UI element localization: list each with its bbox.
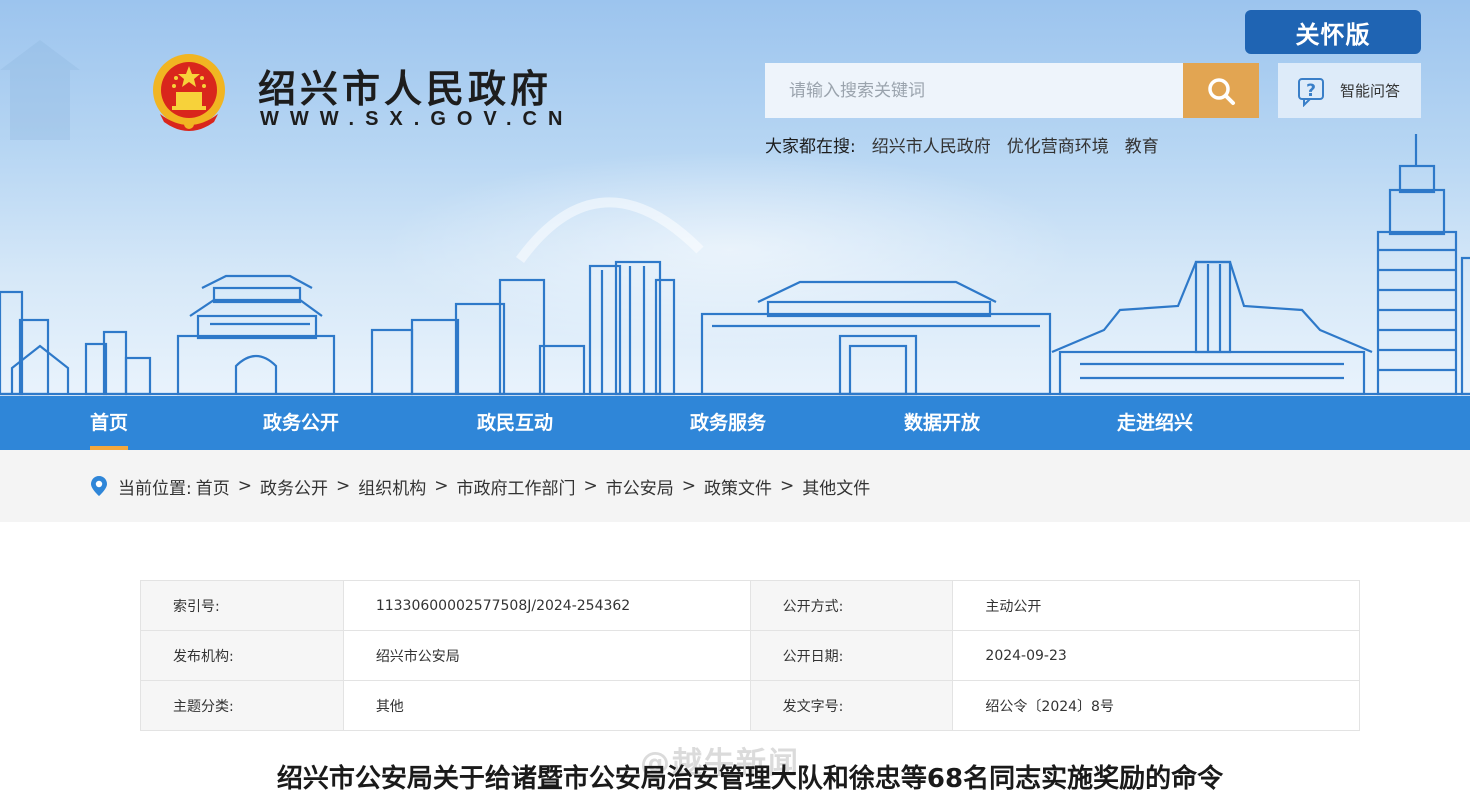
table-row: 主题分类: 其他 发文字号: 绍公令〔2024〕8号 [140, 680, 1360, 731]
breadcrumb-bar: 当前位置: 首页 > 政务公开 > 组织机构 > 市政府工作部门 > 市公安局 … [0, 450, 1470, 522]
breadcrumb-link[interactable]: 政策文件 [704, 474, 772, 499]
question-chat-icon: ? [1298, 77, 1324, 107]
meta-value: 绍公令〔2024〕8号 [952, 680, 1360, 731]
table-row: 索引号: 11330600002577508J/2024-254362 公开方式… [140, 580, 1360, 631]
breadcrumb-link[interactable]: 市政府工作部门 [456, 474, 575, 499]
care-version-button[interactable]: 关怀版 [1245, 10, 1421, 54]
meta-key: 发布机构: [140, 630, 344, 681]
hot-search-item[interactable]: 优化营商环境 [1007, 132, 1109, 157]
site-url: WWW.SX.GOV.CN [260, 108, 574, 130]
nav-item-gov-affairs-open[interactable]: 政务公开 [263, 396, 339, 450]
document-meta-table: 索引号: 11330600002577508J/2024-254362 公开方式… [140, 580, 1360, 731]
meta-key: 公开日期: [749, 630, 954, 681]
nav-item-interaction[interactable]: 政民互动 [477, 396, 553, 450]
hot-search-item[interactable]: 绍兴市人民政府 [872, 132, 991, 157]
main-nav: 首页 政务公开 政民互动 政务服务 数据开放 走进绍兴 [0, 396, 1470, 450]
national-emblem-icon [153, 54, 225, 131]
nav-item-services[interactable]: 政务服务 [690, 396, 766, 450]
nav-item-home[interactable]: 首页 [90, 396, 129, 450]
meta-key: 主题分类: [140, 680, 344, 731]
search-icon [1208, 77, 1235, 105]
meta-value: 主动公开 [952, 580, 1360, 631]
article-title: 绍兴市公安局关于给诸暨市公安局治安管理大队和徐忠等68名同志实施奖励的命令 [276, 764, 1224, 794]
breadcrumb-separator: > [681, 476, 696, 496]
meta-key: 索引号: [140, 580, 344, 631]
nav-item-open-data[interactable]: 数据开放 [904, 396, 980, 450]
breadcrumb: 当前位置: 首页 > 政务公开 > 组织机构 > 市政府工作部门 > 市公安局 … [90, 450, 870, 522]
table-row: 发布机构: 绍兴市公安局 公开日期: 2024-09-23 [140, 630, 1360, 681]
smart-qa-label: 智能问答 [1340, 82, 1401, 100]
breadcrumb-label: 当前位置: [118, 478, 192, 499]
hot-search-item[interactable]: 教育 [1125, 132, 1159, 157]
breadcrumb-separator: > [583, 476, 598, 496]
nav-item-about-shaoxing[interactable]: 走进绍兴 [1117, 396, 1193, 450]
meta-value: 其他 [342, 680, 751, 731]
breadcrumb-link[interactable]: 政务公开 [260, 474, 328, 499]
hot-search: 大家都在搜: 绍兴市人民政府 优化营商环境 教育 [765, 132, 1159, 157]
hot-search-label: 大家都在搜: [765, 137, 856, 157]
meta-value: 11330600002577508J/2024-254362 [342, 580, 751, 631]
breadcrumb-link[interactable]: 首页 [196, 474, 230, 499]
breadcrumb-separator: > [335, 476, 351, 496]
breadcrumb-link[interactable]: 市公安局 [606, 474, 674, 499]
search-button[interactable] [1183, 63, 1259, 118]
site-title: 绍兴市人民政府 [258, 66, 553, 111]
breadcrumb-current[interactable]: 其他文件 [802, 474, 870, 499]
breadcrumb-separator: > [434, 476, 449, 496]
smart-qa-button[interactable]: ? 智能问答 [1278, 63, 1421, 118]
breadcrumb-separator: > [779, 476, 795, 496]
meta-value: 绍兴市公安局 [342, 630, 751, 681]
meta-key: 公开方式: [749, 580, 954, 631]
breadcrumb-link[interactable]: 组织机构 [358, 474, 426, 499]
meta-key: 发文字号: [749, 680, 954, 731]
location-pin-icon [91, 476, 107, 496]
svg-text:?: ? [1306, 81, 1316, 101]
search-input[interactable] [765, 63, 1183, 118]
meta-value: 2024-09-23 [952, 630, 1360, 681]
header-banner: 绍兴市人民政府 WWW.SX.GOV.CN 关怀版 ? 智能问答 大家都在搜: … [0, 0, 1470, 396]
breadcrumb-separator: > [237, 476, 252, 496]
